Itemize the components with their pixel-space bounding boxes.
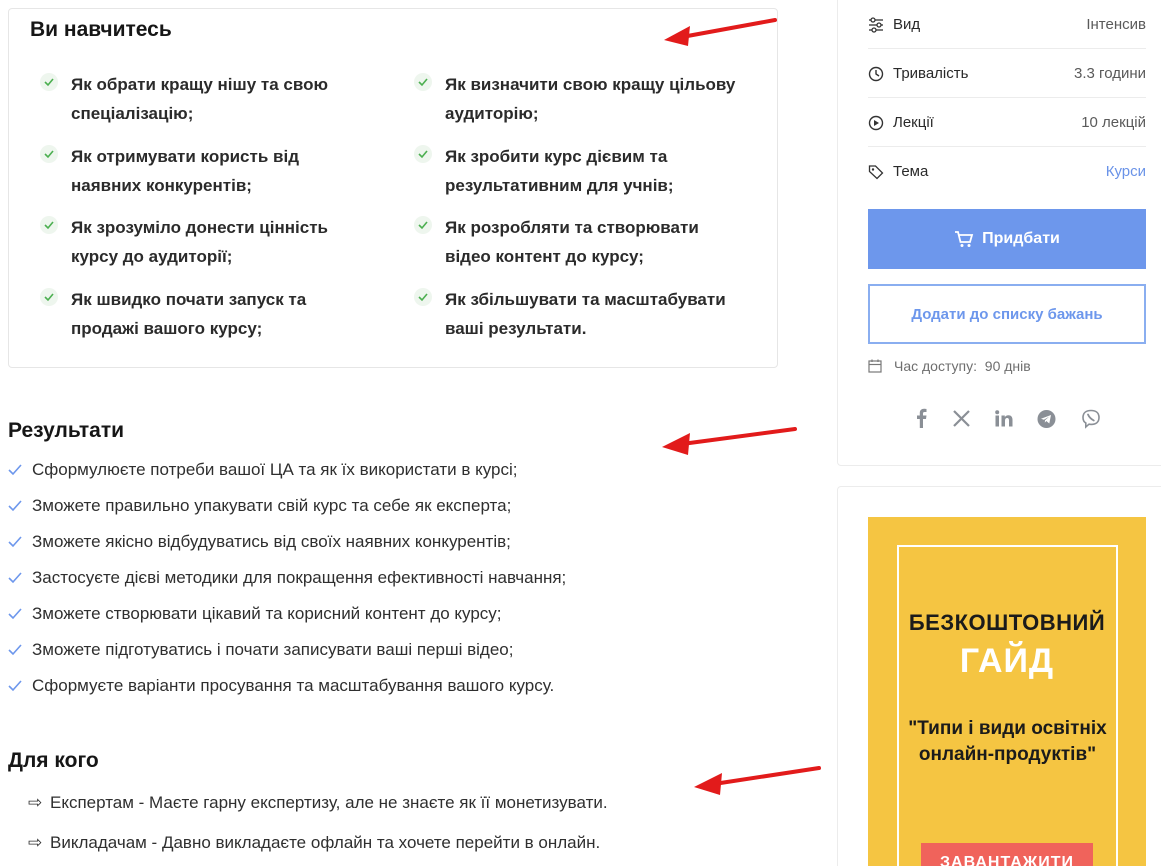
learn-item: Як обрати кращу нішу та свою спеціалізац… [40,70,370,128]
meta-label: Тривалість [893,65,969,82]
x-icon[interactable] [953,410,970,427]
check-icon [414,216,432,234]
result-item: Сформуєте варіанти просування та масштаб… [8,675,554,697]
learn-item: Як зробити курс дієвим та результативним… [414,142,744,200]
download-button[interactable]: ЗАВАНТАЖИТИ [921,843,1093,866]
check-icon [414,288,432,306]
result-item: Зможете підготуватись і почати записуват… [8,639,513,661]
meta-row-lectures: Лекції 10 лекцій [868,98,1146,147]
check-icon [40,73,58,91]
check-icon [40,288,58,306]
cart-icon [955,231,974,247]
access-label: Час доступу: [894,358,978,374]
checkmark-icon [8,500,22,512]
check-icon [40,145,58,163]
meta-label: Вид [893,16,921,33]
meta-label: Лекції [893,114,934,131]
banner-title-line2: ГАЙД [959,642,1055,680]
check-icon [414,145,432,163]
result-item: Застосуєте дієві методики для покращення… [8,567,566,589]
viber-icon[interactable] [1081,409,1101,429]
meta-row-topic: Тема Курси [868,147,1146,196]
checkmark-icon [8,572,22,584]
result-item: Зможете якісно відбудуватись від своїх н… [8,531,511,553]
audience-title: Для кого [8,749,99,772]
facebook-icon[interactable] [914,408,928,428]
annotation-arrow-icon [662,427,797,455]
clock-icon [868,66,884,82]
tag-icon [868,165,884,180]
right-arrow-icon: ⇨ [28,793,43,812]
learn-item: Як збільшувати та масштабувати ваші резу… [414,285,744,343]
audience-item: ⇨ Викладачам - Давно викладаєте офлайн та… [28,833,601,852]
topic-link[interactable]: Курси [1106,163,1146,180]
check-icon [414,73,432,91]
checkmark-icon [8,680,22,692]
meta-value: Інтенсив [1086,16,1146,33]
linkedin-icon[interactable] [995,410,1013,427]
result-item: Сформулюєте потреби вашої ЦА та як їх ви… [8,459,518,481]
buy-button-label: Придбати [982,230,1060,247]
banner-title-line1: БЕЗКОШТОВНИЙ [908,610,1106,635]
learn-item: Як отримувати користь від наявних конкур… [40,142,370,200]
learn-item: Як визначити свою кращу цільову аудиторі… [414,70,744,128]
learn-item: Як розробляти та створювати відео контен… [414,213,744,271]
annotation-arrow-icon [664,18,777,46]
learn-item: Як зрозуміло донести цінність курсу до а… [40,213,370,271]
audience-item: ⇨ Експертам - Маєте гарну експертизу, але… [28,793,608,812]
banner-guide-name: "Типи і види освітніх онлайн-продуктів" [908,718,1107,765]
wishlist-button-label: Додати до списку бажань [911,305,1103,323]
buy-button[interactable]: Придбати [868,209,1146,269]
results-title: Результати [8,419,125,442]
right-arrow-icon: ⇨ [28,833,43,852]
meta-row-type: Вид Інтенсив [868,0,1146,49]
meta-label: Тема [893,163,929,180]
checkmark-icon [8,464,22,476]
learn-item: Як швидко почати запуск та продажі вашог… [40,285,370,343]
checkmark-icon [8,536,22,548]
learn-title: Ви навчитесь [30,18,172,41]
meta-value: 3.3 години [1074,65,1146,82]
add-to-wishlist-button[interactable]: Додати до списку бажань [868,284,1146,344]
result-item: Зможете створювати цікавий та корисний к… [8,603,502,625]
telegram-icon[interactable] [1037,410,1056,428]
checkmark-icon [8,608,22,620]
annotation-arrow-icon [694,766,821,795]
checkmark-icon [8,644,22,656]
calendar-icon [868,359,882,373]
access-value: 90 днів [984,358,1031,374]
meta-row-duration: Тривалість 3.3 години [868,49,1146,98]
sliders-icon [869,17,883,33]
result-item: Зможете правильно упакувати свій курс та… [8,495,511,517]
meta-value: 10 лекцій [1081,114,1146,131]
banner-frame [897,545,1118,866]
check-icon [40,216,58,234]
play-circle-icon [868,115,884,131]
